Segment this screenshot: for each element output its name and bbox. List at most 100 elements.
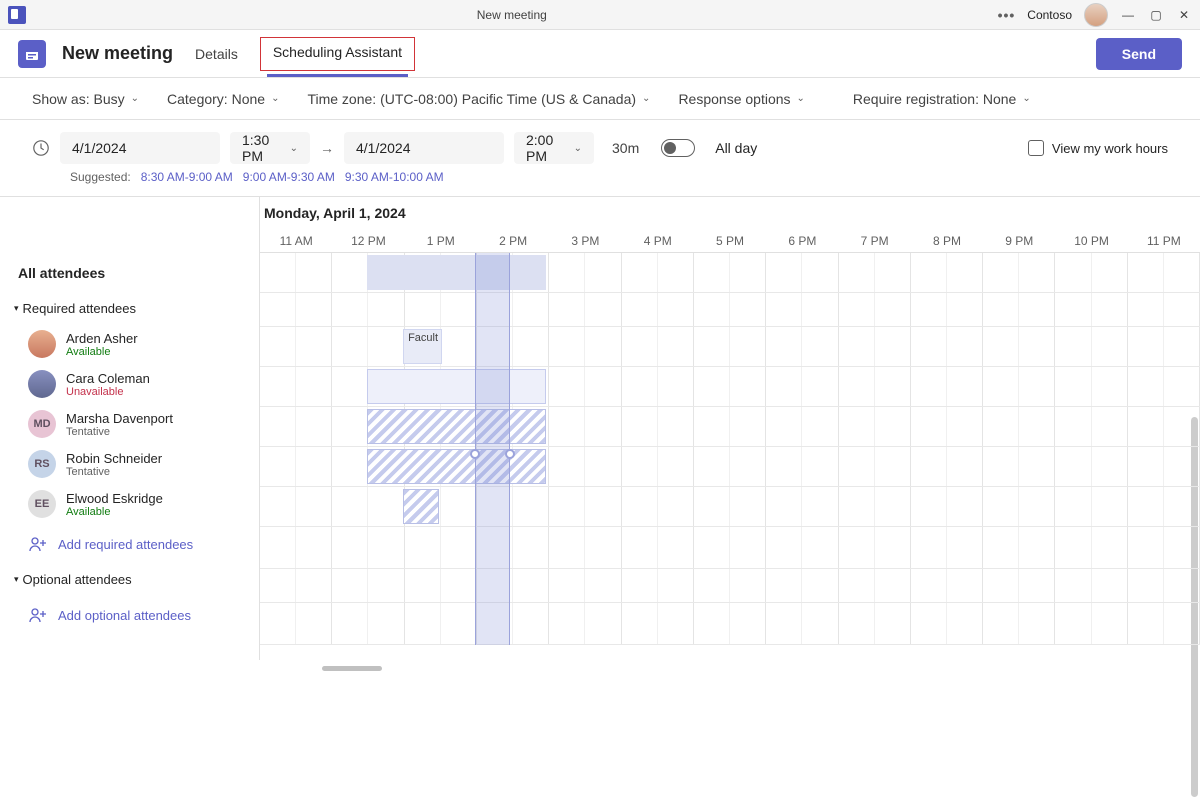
view-work-hours-label: View my work hours bbox=[1052, 141, 1168, 156]
people-add-icon bbox=[28, 534, 48, 554]
grid-row[interactable] bbox=[260, 603, 1200, 645]
hour-label: 3 PM bbox=[549, 234, 621, 248]
window-titlebar: New meeting ••• Contoso — ▢ ✕ bbox=[0, 0, 1200, 30]
teams-logo-icon bbox=[8, 6, 26, 24]
org-label: Contoso bbox=[1027, 8, 1072, 22]
show-as-dropdown[interactable]: Show as: Busy⌄ bbox=[32, 91, 139, 107]
busy-outline-block bbox=[367, 369, 546, 404]
attendee-name: Marsha Davenport bbox=[66, 411, 173, 426]
caret-down-icon: ▾ bbox=[14, 574, 19, 585]
attendee-avatar: RS bbox=[28, 450, 56, 478]
tab-scheduling-highlight: Scheduling Assistant bbox=[260, 37, 415, 71]
hour-label: 6 PM bbox=[766, 234, 838, 248]
registration-dropdown[interactable]: Require registration: None⌄ bbox=[853, 91, 1031, 107]
people-add-icon bbox=[28, 605, 48, 625]
attendee-avatar bbox=[28, 330, 56, 358]
chevron-down-icon: ⌄ bbox=[797, 93, 805, 104]
tentative-block bbox=[403, 489, 439, 524]
duration-label: 30m bbox=[612, 140, 639, 156]
user-avatar[interactable] bbox=[1084, 3, 1108, 27]
grid-row[interactable] bbox=[260, 447, 1200, 487]
grid-row[interactable]: Facult bbox=[260, 327, 1200, 367]
chevron-down-icon: ⌄ bbox=[271, 93, 279, 104]
start-date-input[interactable] bbox=[60, 132, 220, 164]
grid-row[interactable] bbox=[260, 569, 1200, 603]
options-bar: Show as: Busy⌄ Category: None⌄ Time zone… bbox=[0, 78, 1200, 120]
attendee-status: Available bbox=[66, 506, 163, 518]
hour-label: 11 PM bbox=[1128, 234, 1200, 248]
suggested-slot-3[interactable]: 9:30 AM-10:00 AM bbox=[345, 170, 444, 184]
attendee-name: Robin Schneider bbox=[66, 451, 162, 466]
hour-label: 9 PM bbox=[983, 234, 1055, 248]
end-date-input[interactable] bbox=[344, 132, 504, 164]
suggested-slot-1[interactable]: 8:30 AM-9:00 AM bbox=[141, 170, 233, 184]
page-title: New meeting bbox=[62, 43, 173, 64]
hour-label: 7 PM bbox=[839, 234, 911, 248]
attendee-status: Unavailable bbox=[66, 386, 150, 398]
attendee-status: Tentative bbox=[66, 426, 173, 438]
attendee-row[interactable]: MD Marsha DavenportTentative bbox=[0, 404, 259, 444]
time-selection[interactable] bbox=[475, 253, 511, 645]
event-block[interactable]: Facult bbox=[403, 329, 442, 364]
chevron-down-icon: ⌄ bbox=[290, 143, 298, 154]
tab-scheduling-assistant[interactable]: Scheduling Assistant bbox=[267, 30, 408, 77]
grid-row[interactable] bbox=[260, 527, 1200, 569]
hour-label: 1 PM bbox=[405, 234, 477, 248]
caret-down-icon: ▾ bbox=[14, 303, 19, 314]
grid-row[interactable] bbox=[260, 367, 1200, 407]
horizontal-scrollbar[interactable] bbox=[322, 666, 382, 671]
send-button[interactable]: Send bbox=[1096, 38, 1182, 70]
attendee-status: Available bbox=[66, 346, 138, 358]
selection-handle-left[interactable] bbox=[470, 449, 480, 459]
grid-body[interactable]: Facult bbox=[260, 253, 1200, 645]
close-button[interactable]: ✕ bbox=[1176, 7, 1192, 23]
hour-label: 11 AM bbox=[260, 234, 332, 248]
tentative-block bbox=[367, 409, 546, 444]
grid-row[interactable] bbox=[260, 293, 1200, 327]
all-day-label: All day bbox=[715, 140, 757, 156]
attendee-name: Cara Coleman bbox=[66, 371, 150, 386]
timezone-dropdown[interactable]: Time zone: (UTC-08:00) Pacific Time (US … bbox=[307, 91, 650, 107]
suggested-slot-2[interactable]: 9:00 AM-9:30 AM bbox=[243, 170, 335, 184]
attendee-row[interactable]: RS Robin SchneiderTentative bbox=[0, 444, 259, 484]
end-time-input[interactable]: 2:00 PM⌄ bbox=[514, 132, 594, 164]
more-icon[interactable]: ••• bbox=[998, 7, 1016, 23]
time-row: 1:30 PM⌄ → 2:00 PM⌄ 30m All day View my … bbox=[0, 120, 1200, 164]
optional-attendees-section[interactable]: ▾Optional attendees bbox=[0, 564, 259, 595]
grid-row[interactable] bbox=[260, 407, 1200, 447]
required-attendees-section[interactable]: ▾Required attendees bbox=[0, 293, 259, 324]
add-required-attendees[interactable]: Add required attendees bbox=[0, 524, 259, 564]
attendee-avatar: MD bbox=[28, 410, 56, 438]
hour-label: 2 PM bbox=[477, 234, 549, 248]
chevron-down-icon: ⌄ bbox=[1022, 93, 1030, 104]
page-header: New meeting Details Scheduling Assistant… bbox=[0, 30, 1200, 78]
attendee-row[interactable]: EEElwood EskridgeAvailable bbox=[0, 484, 259, 524]
availability-grid[interactable]: Monday, April 1, 2024 11 AM12 PM1 PM2 PM… bbox=[260, 197, 1200, 660]
grid-row[interactable] bbox=[260, 253, 1200, 293]
maximize-button[interactable]: ▢ bbox=[1148, 7, 1164, 23]
grid-date-label: Monday, April 1, 2024 bbox=[264, 205, 406, 221]
all-day-toggle[interactable] bbox=[661, 139, 695, 157]
scheduling-grid-container: Monday, April 1, 2024 11 AM12 PM1 PM2 PM… bbox=[0, 197, 1200, 660]
attendee-row[interactable]: Cara ColemanUnavailable bbox=[0, 364, 259, 404]
suggested-row: Suggested: 8:30 AM-9:00 AM 9:00 AM-9:30 … bbox=[0, 164, 1200, 196]
minimize-button[interactable]: — bbox=[1120, 7, 1136, 23]
chevron-down-icon: ⌄ bbox=[574, 143, 582, 154]
attendee-row[interactable]: Arden AsherAvailable bbox=[0, 324, 259, 364]
arrow-right-icon: → bbox=[320, 140, 334, 156]
all-attendees-header: All attendees bbox=[0, 253, 259, 293]
response-options-dropdown[interactable]: Response options⌄ bbox=[678, 91, 804, 107]
calendar-icon bbox=[18, 40, 46, 68]
suggested-label: Suggested: bbox=[70, 170, 131, 184]
view-work-hours-checkbox[interactable] bbox=[1028, 140, 1044, 156]
hour-label: 10 PM bbox=[1055, 234, 1127, 248]
attendee-sidebar: All attendees ▾Required attendees Arden … bbox=[0, 197, 260, 660]
tab-details[interactable]: Details bbox=[189, 32, 244, 76]
add-optional-attendees[interactable]: Add optional attendees bbox=[0, 595, 259, 635]
attendee-status: Tentative bbox=[66, 466, 162, 478]
grid-row[interactable] bbox=[260, 487, 1200, 527]
start-time-input[interactable]: 1:30 PM⌄ bbox=[230, 132, 310, 164]
hour-label: 4 PM bbox=[622, 234, 694, 248]
tentative-block bbox=[367, 449, 546, 484]
category-dropdown[interactable]: Category: None⌄ bbox=[167, 91, 279, 107]
